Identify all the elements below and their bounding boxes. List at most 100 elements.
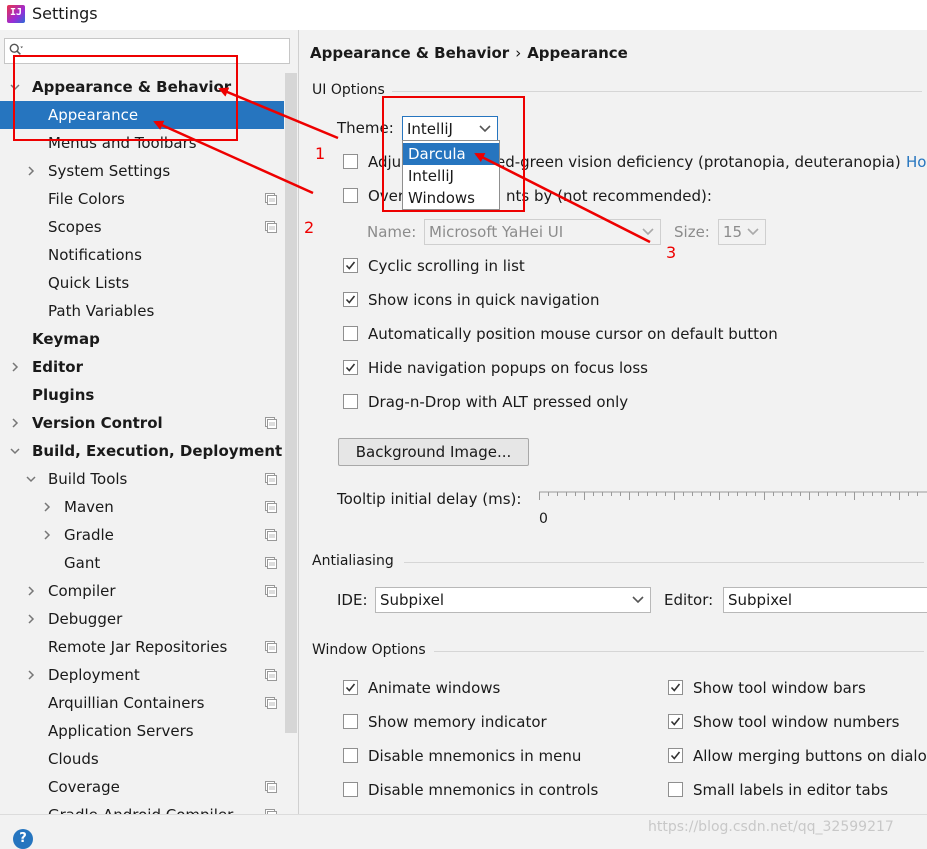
sidebar-item-appearance[interactable]: Appearance <box>0 101 284 129</box>
theme-dropdown-list[interactable]: Darcula IntelliJ Windows <box>402 140 500 210</box>
show-icons-in-quick-navigation-checkbox[interactable] <box>343 292 358 307</box>
sidebar-scrollbar[interactable] <box>285 73 297 733</box>
chevron-right-icon[interactable] <box>42 530 52 540</box>
sidebar-item-deployment[interactable]: Deployment <box>0 661 284 689</box>
search-field[interactable] <box>4 38 290 64</box>
disable-mnemonics-in-menu-checkbox[interactable] <box>343 748 358 763</box>
project-level-icon <box>265 641 277 653</box>
sidebar-item-appearance-behavior[interactable]: Appearance & Behavior <box>0 73 284 101</box>
sidebar-item-gradle[interactable]: Gradle <box>0 521 284 549</box>
tooltip-delay-slider[interactable] <box>539 490 927 506</box>
theme-option-windows[interactable]: Windows <box>403 187 499 209</box>
annotation-number-3: 3 <box>666 243 677 262</box>
show-tool-window-numbers-row[interactable]: Show tool window numbers <box>668 711 927 733</box>
sidebar-item-label: Plugins <box>32 386 95 404</box>
theme-option-intellij[interactable]: IntelliJ <box>403 165 499 187</box>
animate-windows-checkbox[interactable] <box>343 680 358 695</box>
sidebar-item-system-settings[interactable]: System Settings <box>0 157 284 185</box>
chevron-right-icon[interactable] <box>26 166 36 176</box>
sidebar-item-label: Deployment <box>48 666 140 684</box>
chevron-right-icon[interactable] <box>10 418 20 428</box>
allow-merging-buttons-on-dialogs-checkbox[interactable] <box>668 748 683 763</box>
sidebar-item-plugins[interactable]: Plugins <box>0 381 284 409</box>
sidebar-item-build-tools[interactable]: Build Tools <box>0 465 284 493</box>
sidebar-item-remote-jar-repositories[interactable]: Remote Jar Repositories <box>0 633 284 661</box>
small-labels-in-editor-tabs-checkbox[interactable] <box>668 782 683 797</box>
sidebar-item-path-variables[interactable]: Path Variables <box>0 297 284 325</box>
sidebar-item-gant[interactable]: Gant <box>0 549 284 577</box>
sidebar-item-label: Menus and Toolbars <box>48 134 197 152</box>
sidebar-item-notifications[interactable]: Notifications <box>0 241 284 269</box>
show-memory-indicator-checkbox[interactable] <box>343 714 358 729</box>
sidebar-item-quick-lists[interactable]: Quick Lists <box>0 269 284 297</box>
sidebar-item-editor[interactable]: Editor <box>0 353 284 381</box>
sidebar-item-scopes[interactable]: Scopes <box>0 213 284 241</box>
chevron-down-icon[interactable] <box>10 446 20 456</box>
chevron-down-icon[interactable] <box>10 82 20 92</box>
show-tool-window-numbers-checkbox[interactable] <box>668 714 683 729</box>
cyclic-scrolling-in-list-row[interactable]: Cyclic scrolling in list <box>343 255 703 277</box>
chevron-right-icon[interactable] <box>26 586 36 596</box>
sidebar-item-maven[interactable]: Maven <box>0 493 284 521</box>
override-fonts-checkbox[interactable] <box>343 188 358 203</box>
adjust-colors-checkbox[interactable] <box>343 154 358 169</box>
font-name-combobox[interactable]: Microsoft YaHei UI <box>424 219 661 245</box>
drag-n-drop-with-alt-pressed-only-checkbox[interactable] <box>343 394 358 409</box>
sidebar-item-build-execution-deployment[interactable]: Build, Execution, Deployment <box>0 437 284 465</box>
chevron-right-icon[interactable] <box>26 614 36 624</box>
annotation-number-2: 2 <box>304 218 315 237</box>
sidebar-item-label: Appearance <box>48 106 139 124</box>
theme-combobox[interactable]: IntelliJ <box>402 116 498 142</box>
drag-n-drop-with-alt-pressed-only-row[interactable]: Drag-n-Drop with ALT pressed only <box>343 391 703 413</box>
sidebar-item-label: Remote Jar Repositories <box>48 638 228 656</box>
font-size-combobox[interactable]: 15 <box>718 219 766 245</box>
sidebar-item-label: Gradle <box>64 526 114 544</box>
help-icon[interactable]: ? <box>13 829 33 849</box>
adjust-colors-link[interactable]: Ho <box>906 151 926 173</box>
background-image-button[interactable]: Background Image... <box>338 438 529 466</box>
search-input[interactable] <box>31 41 285 61</box>
breadcrumb-separator: › <box>515 44 522 62</box>
sidebar-item-compiler[interactable]: Compiler <box>0 577 284 605</box>
checkmark-icon <box>345 261 356 270</box>
sidebar-item-keymap[interactable]: Keymap <box>0 325 284 353</box>
chevron-right-icon[interactable] <box>10 362 20 372</box>
sidebar-item-clouds[interactable]: Clouds <box>0 745 284 773</box>
sidebar-item-arquillian-containers[interactable]: Arquillian Containers <box>0 689 284 717</box>
show-tool-window-bars-label: Show tool window bars <box>693 679 866 697</box>
search-icon[interactable] <box>9 43 23 57</box>
sidebar-item-debugger[interactable]: Debugger <box>0 605 284 633</box>
chevron-right-icon[interactable] <box>42 502 52 512</box>
show-tool-window-bars-checkbox[interactable] <box>668 680 683 695</box>
show-memory-indicator-row[interactable]: Show memory indicator <box>343 711 703 733</box>
ide-antialiasing-combobox[interactable]: Subpixel <box>375 587 651 613</box>
checkmark-icon <box>670 683 681 692</box>
sidebar-item-label: Notifications <box>48 246 142 264</box>
checkmark-icon <box>670 751 681 760</box>
theme-option-darcula[interactable]: Darcula <box>403 143 499 165</box>
sidebar-item-application-servers[interactable]: Application Servers <box>0 717 284 745</box>
small-labels-in-editor-tabs-row[interactable]: Small labels in editor tabs <box>668 779 927 801</box>
chevron-down-icon[interactable] <box>26 474 36 484</box>
sidebar-item-gradle-android-compiler[interactable]: Gradle-Android Compiler <box>0 801 284 814</box>
show-icons-in-quick-navigation-row[interactable]: Show icons in quick navigation <box>343 289 703 311</box>
show-tool-window-bars-row[interactable]: Show tool window bars <box>668 677 927 699</box>
title-bar: Settings <box>0 0 927 30</box>
automatically-position-mouse-cursor-on-default-button-row[interactable]: Automatically position mouse cursor on d… <box>343 323 778 345</box>
breadcrumb-parent[interactable]: Appearance & Behavior <box>310 44 509 62</box>
allow-merging-buttons-on-dialogs-row[interactable]: Allow merging buttons on dialogs <box>668 745 927 767</box>
chevron-right-icon[interactable] <box>26 670 36 680</box>
sidebar-item-coverage[interactable]: Coverage <box>0 773 284 801</box>
hide-navigation-popups-on-focus-loss-checkbox[interactable] <box>343 360 358 375</box>
sidebar-item-menus-and-toolbars[interactable]: Menus and Toolbars <box>0 129 284 157</box>
automatically-position-mouse-cursor-on-default-button-checkbox[interactable] <box>343 326 358 341</box>
animate-windows-row[interactable]: Animate windows <box>343 677 703 699</box>
hide-navigation-popups-on-focus-loss-row[interactable]: Hide navigation popups on focus loss <box>343 357 703 379</box>
sidebar-item-file-colors[interactable]: File Colors <box>0 185 284 213</box>
disable-mnemonics-in-controls-row[interactable]: Disable mnemonics in controls <box>343 779 703 801</box>
editor-antialiasing-combobox[interactable]: Subpixel <box>723 587 927 613</box>
cyclic-scrolling-in-list-checkbox[interactable] <box>343 258 358 273</box>
disable-mnemonics-in-controls-checkbox[interactable] <box>343 782 358 797</box>
disable-mnemonics-in-menu-row[interactable]: Disable mnemonics in menu <box>343 745 703 767</box>
sidebar-item-version-control[interactable]: Version Control <box>0 409 284 437</box>
